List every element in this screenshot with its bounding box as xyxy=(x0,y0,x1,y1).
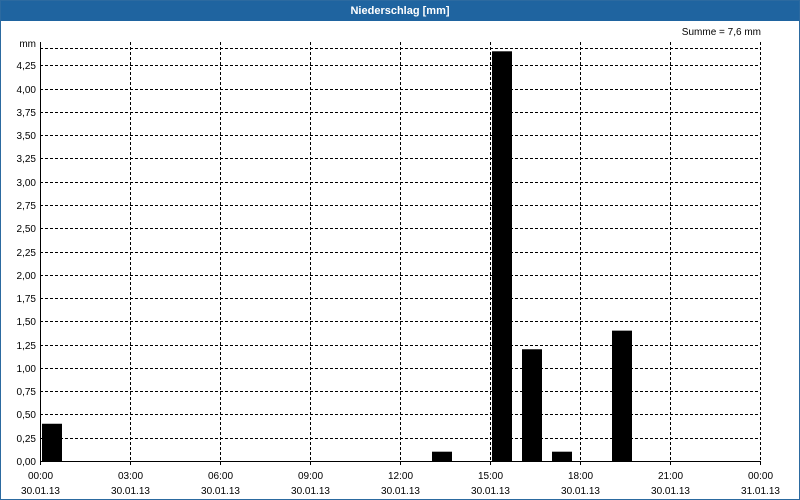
precipitation-chart: 0,00 0,25 0,50 0,75 1,00 1,25 1,50 1,75 2,00 2,25… xyxy=(17,39,781,497)
x-tick-date: 30.01.13 xyxy=(561,486,600,497)
y-tick-label: 4,00 xyxy=(17,85,37,96)
y-tick-label: 0,75 xyxy=(17,387,37,398)
precipitation-bar xyxy=(432,451,452,461)
y-tick-label: 2,75 xyxy=(17,201,37,212)
y-tick-label: 3,00 xyxy=(17,178,37,189)
x-tick-time: 09:00 xyxy=(298,471,323,482)
x-tick-time: 21:00 xyxy=(658,471,683,482)
y-tick-label: 2,50 xyxy=(17,224,37,235)
precipitation-bar xyxy=(42,423,62,461)
x-tick-time: 03:00 xyxy=(118,471,143,482)
y-tick-label: 0,25 xyxy=(17,434,37,445)
x-tick-date: 30.01.13 xyxy=(291,486,330,497)
y-tick-label: 1,25 xyxy=(17,341,37,352)
x-tick-date: 30.01.13 xyxy=(651,486,690,497)
x-tick-date: 31.01.13 xyxy=(741,486,780,497)
x-tick-date: 30.01.13 xyxy=(21,486,60,497)
x-tick-time: 15:00 xyxy=(478,471,503,482)
x-tick-date: 30.01.13 xyxy=(111,486,150,497)
y-tick-label: 0,50 xyxy=(17,410,37,421)
y-tick-label: 3,50 xyxy=(17,131,37,142)
y-tick-label: 3,75 xyxy=(17,108,37,119)
precipitation-bar xyxy=(552,451,572,461)
x-tick-date: 30.01.13 xyxy=(471,486,510,497)
y-tick-label: 4,25 xyxy=(17,61,37,72)
y-tick-label: 3,25 xyxy=(17,154,37,165)
x-tick-time: 00:00 xyxy=(28,471,53,482)
x-tick-time: 18:00 xyxy=(568,471,593,482)
y-tick-label: 1,00 xyxy=(17,364,37,375)
x-tick-time: 12:00 xyxy=(388,471,413,482)
y-tick-label: 1,75 xyxy=(17,294,37,305)
x-tick-date: 30.01.13 xyxy=(201,486,240,497)
x-tick-time: 00:00 xyxy=(748,471,773,482)
precipitation-bar xyxy=(522,349,542,461)
y-axis-label: mm xyxy=(19,39,36,50)
precipitation-bar xyxy=(612,330,632,461)
x-tick-date: 30.01.13 xyxy=(381,486,420,497)
y-tick-label: 1,50 xyxy=(17,317,37,328)
y-tick-label: 0,00 xyxy=(17,457,37,468)
precipitation-bar xyxy=(492,51,512,462)
y-tick-label: 2,25 xyxy=(17,248,37,259)
x-tick-time: 06:00 xyxy=(208,471,233,482)
y-tick-label: 2,00 xyxy=(17,271,37,282)
